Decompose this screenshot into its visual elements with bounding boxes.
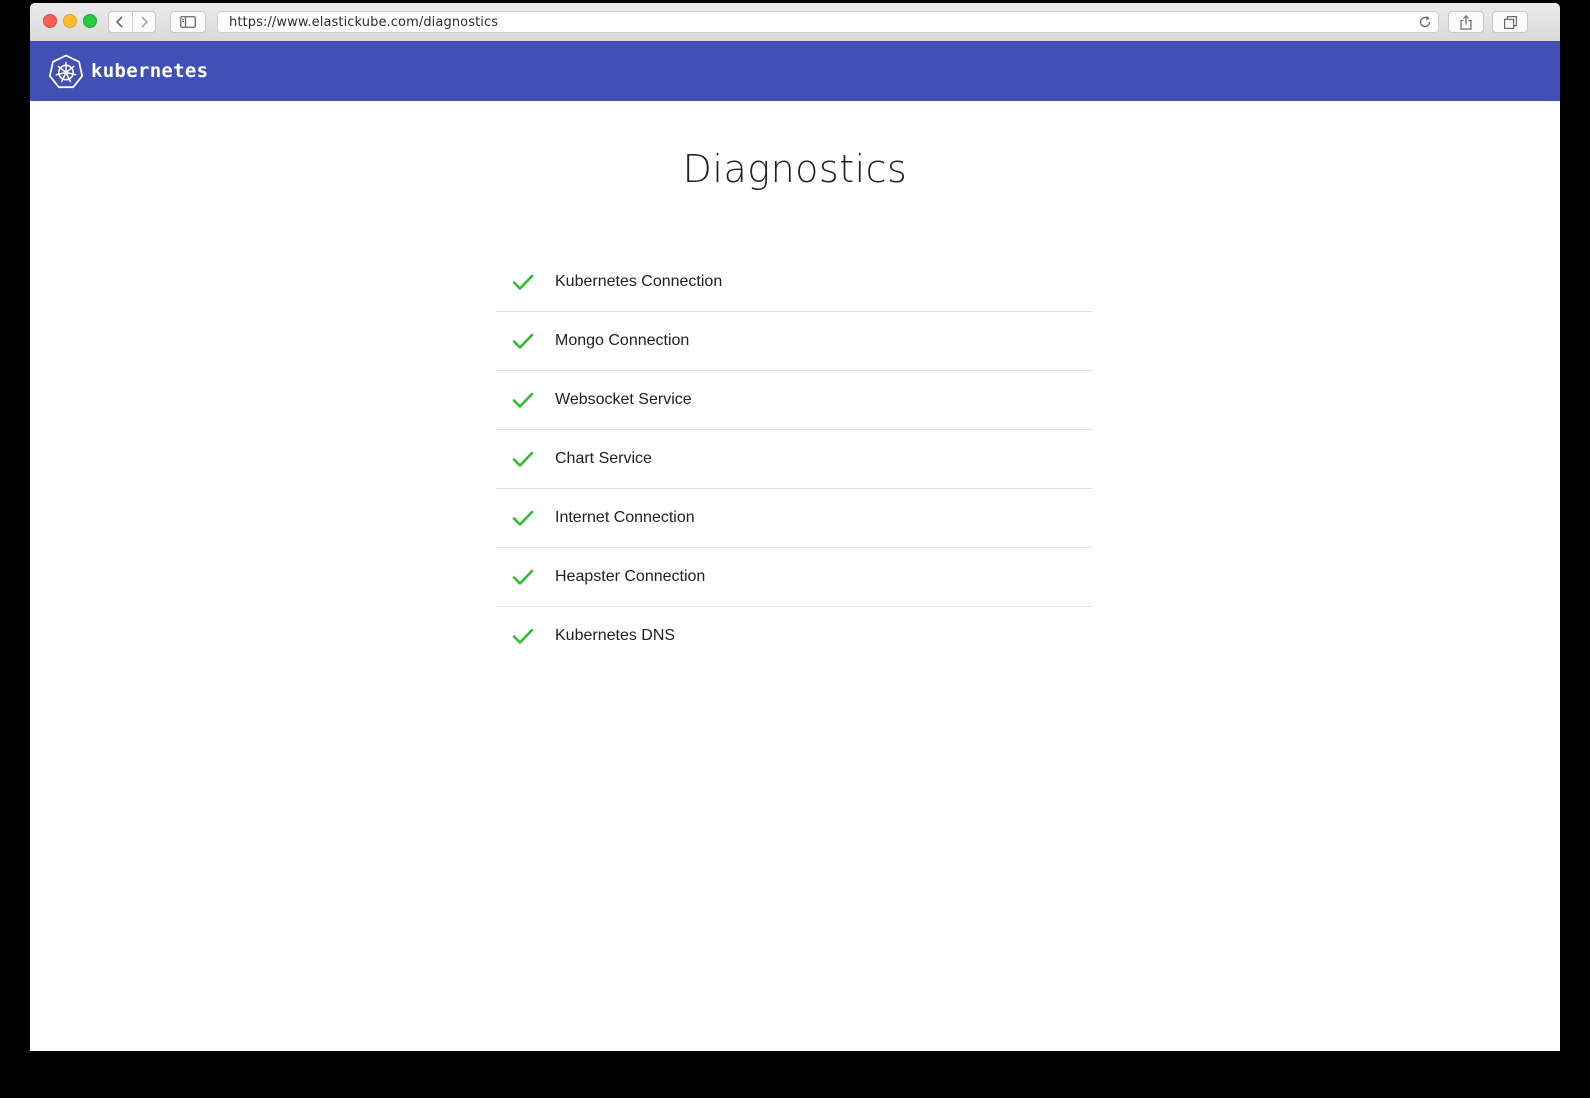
diagnostic-label: Mongo Connection [555,332,690,349]
check-icon [512,451,534,467]
check-icon [512,333,534,349]
diagnostic-label: Kubernetes Connection [555,273,723,290]
show-tabs-button[interactable] [1492,11,1528,33]
sidebar-icon [180,16,196,28]
chevron-right-icon [141,16,148,28]
main-content: Diagnostics Kubernetes Connection Mongo … [30,101,1560,1051]
diagnostic-label: Internet Connection [555,509,695,526]
diagnostic-item-chart-service: Chart Service [496,430,1092,489]
diagnostic-item-kubernetes-dns: Kubernetes DNS [496,607,1092,666]
tabs-icon [1503,15,1517,29]
minimize-window-button[interactable] [63,14,77,28]
kubernetes-wheel-icon[interactable] [48,54,84,90]
brand-name[interactable]: kubernetes [91,60,208,82]
chevron-left-icon [116,16,123,28]
share-icon [1460,14,1472,30]
browser-titlebar: https://www.elastickube.com/diagnostics [30,3,1560,42]
forward-button[interactable] [131,12,156,32]
share-button[interactable] [1448,11,1484,33]
diagnostic-item-kubernetes-connection: Kubernetes Connection [496,253,1092,312]
diagnostic-item-internet-connection: Internet Connection [496,489,1092,548]
check-icon [512,628,534,644]
close-window-button[interactable] [43,14,57,28]
diagnostic-item-heapster-connection: Heapster Connection [496,548,1092,607]
back-button[interactable] [109,12,132,32]
maximize-window-button[interactable] [83,14,97,28]
reload-icon[interactable] [1418,15,1432,29]
diagnostic-label: Kubernetes DNS [555,627,676,644]
history-nav-group [108,11,156,33]
diagnostic-item-websocket-service: Websocket Service [496,371,1092,430]
sidebar-toggle-button[interactable] [170,11,206,33]
page-title: Diagnostics [682,147,908,191]
app-header: kubernetes [30,41,1560,101]
diagnostic-label: Heapster Connection [555,568,706,585]
browser-window: https://www.elastickube.com/diagnostics [30,3,1560,1051]
diagnostic-item-mongo-connection: Mongo Connection [496,312,1092,371]
check-icon [512,392,534,408]
check-icon [512,510,534,526]
diagnostics-list: Kubernetes Connection Mongo Connection W… [496,253,1092,666]
diagnostic-label: Websocket Service [555,391,692,408]
url-text[interactable]: https://www.elastickube.com/diagnostics [229,15,498,30]
check-icon [512,274,534,290]
address-bar[interactable]: https://www.elastickube.com/diagnostics [217,11,1439,33]
diagnostic-label: Chart Service [555,450,652,467]
check-icon [512,569,534,585]
